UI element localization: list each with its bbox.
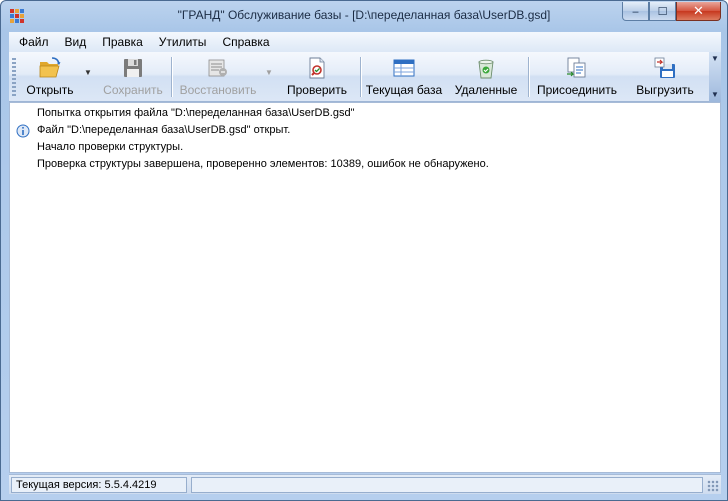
maximize-button[interactable]: ☐ — [649, 2, 676, 21]
overflow-chevron-icon: ▼ — [711, 90, 719, 99]
deleted-label: Удаленные — [454, 83, 518, 97]
check-button[interactable]: Проверить — [279, 54, 355, 100]
maximize-icon: ☐ — [657, 4, 668, 18]
check-label: Проверить — [286, 83, 347, 97]
attach-button[interactable]: Присоединить — [532, 54, 622, 100]
close-icon: ✕ — [693, 3, 704, 19]
status-panel-empty — [191, 477, 703, 493]
title-bar[interactable]: "ГРАНД" Обслуживание базы - [D:\передела… — [1, 1, 727, 31]
menu-help[interactable]: Справка — [214, 35, 277, 49]
version-panel: Текущая версия: 5.5.4.4219 — [11, 477, 187, 493]
log-panel[interactable]: Попытка открытия файла "D:\переделанная … — [9, 102, 721, 473]
menu-utilities[interactable]: Утилиты — [151, 35, 215, 49]
toolbar-separator — [360, 57, 361, 97]
open-dropdown-arrow[interactable]: ▼ — [84, 68, 92, 77]
toolbar-grip[interactable] — [12, 58, 16, 96]
window-title: "ГРАНД" Обслуживание базы - [D:\передела… — [177, 8, 551, 22]
open-label: Открыть — [26, 83, 74, 97]
menu-file[interactable]: Файл — [11, 35, 57, 49]
status-bar: Текущая версия: 5.5.4.4219 — [9, 474, 721, 494]
attach-documents-icon — [567, 57, 586, 78]
deleted-button[interactable]: Удаленные — [449, 54, 523, 100]
info-icon — [16, 124, 30, 138]
restore-dropdown-arrow[interactable]: ▼ — [265, 68, 273, 77]
app-window: "ГРАНД" Обслуживание базы - [D:\передела… — [0, 0, 728, 501]
current-db-label: Текущая база — [365, 83, 443, 97]
restore-icon — [208, 59, 227, 77]
minimize-button[interactable]: ‒ — [622, 2, 649, 21]
toolbar-separator — [171, 57, 172, 97]
recycle-bin-icon — [478, 59, 494, 79]
database-table-icon — [393, 59, 415, 77]
resize-grip-icon[interactable] — [707, 480, 719, 492]
restore-label: Восстановить — [179, 83, 257, 97]
log-line: Попытка открытия файла "D:\переделанная … — [10, 106, 720, 122]
version-label: Текущая версия: — [16, 479, 102, 491]
menu-bar: Файл Вид Правка Утилиты Справка — [9, 32, 721, 52]
log-line: Файл "D:\переделанная база\UserDB.gsd" о… — [10, 123, 720, 139]
menu-edit[interactable]: Правка — [94, 35, 151, 49]
save-button[interactable]: Сохранить — [97, 54, 169, 100]
floppy-disk-icon — [124, 59, 142, 77]
export-label: Выгрузить — [636, 83, 694, 97]
log-text: Проверка структуры завершена, проверенно… — [37, 158, 489, 170]
export-button[interactable]: Выгрузить — [627, 54, 703, 100]
version-value: 5.5.4.4219 — [104, 479, 157, 491]
folder-open-icon — [39, 57, 61, 78]
caption-buttons: ‒ ☐ ✕ — [622, 2, 721, 22]
minimize-icon: ‒ — [632, 4, 639, 18]
toolbar: Открыть ▼ Сохранить Восстановить ▼ Прове… — [9, 52, 721, 102]
export-disk-icon — [654, 57, 675, 78]
toolbar-overflow-button[interactable]: ▼ ▼ — [709, 52, 721, 102]
log-line: Начало проверки структуры. — [10, 140, 720, 156]
close-button[interactable]: ✕ — [676, 2, 721, 21]
overflow-chevron-icon: ▼ — [711, 54, 719, 63]
toolbar-separator — [528, 57, 529, 97]
restore-button[interactable]: Восстановить — [175, 54, 261, 100]
log-text: Файл "D:\переделанная база\UserDB.gsd" о… — [37, 124, 291, 136]
log-text: Начало проверки структуры. — [37, 141, 184, 153]
save-label: Сохранить — [103, 83, 163, 97]
log-text: Попытка открытия файла "D:\переделанная … — [37, 107, 355, 119]
log-line: Проверка структуры завершена, проверенно… — [10, 157, 720, 173]
open-button[interactable]: Открыть — [19, 54, 81, 100]
check-document-icon — [309, 57, 325, 79]
attach-label: Присоединить — [536, 83, 617, 97]
current-db-button[interactable]: Текущая база — [364, 54, 444, 100]
menu-view[interactable]: Вид — [57, 35, 95, 49]
